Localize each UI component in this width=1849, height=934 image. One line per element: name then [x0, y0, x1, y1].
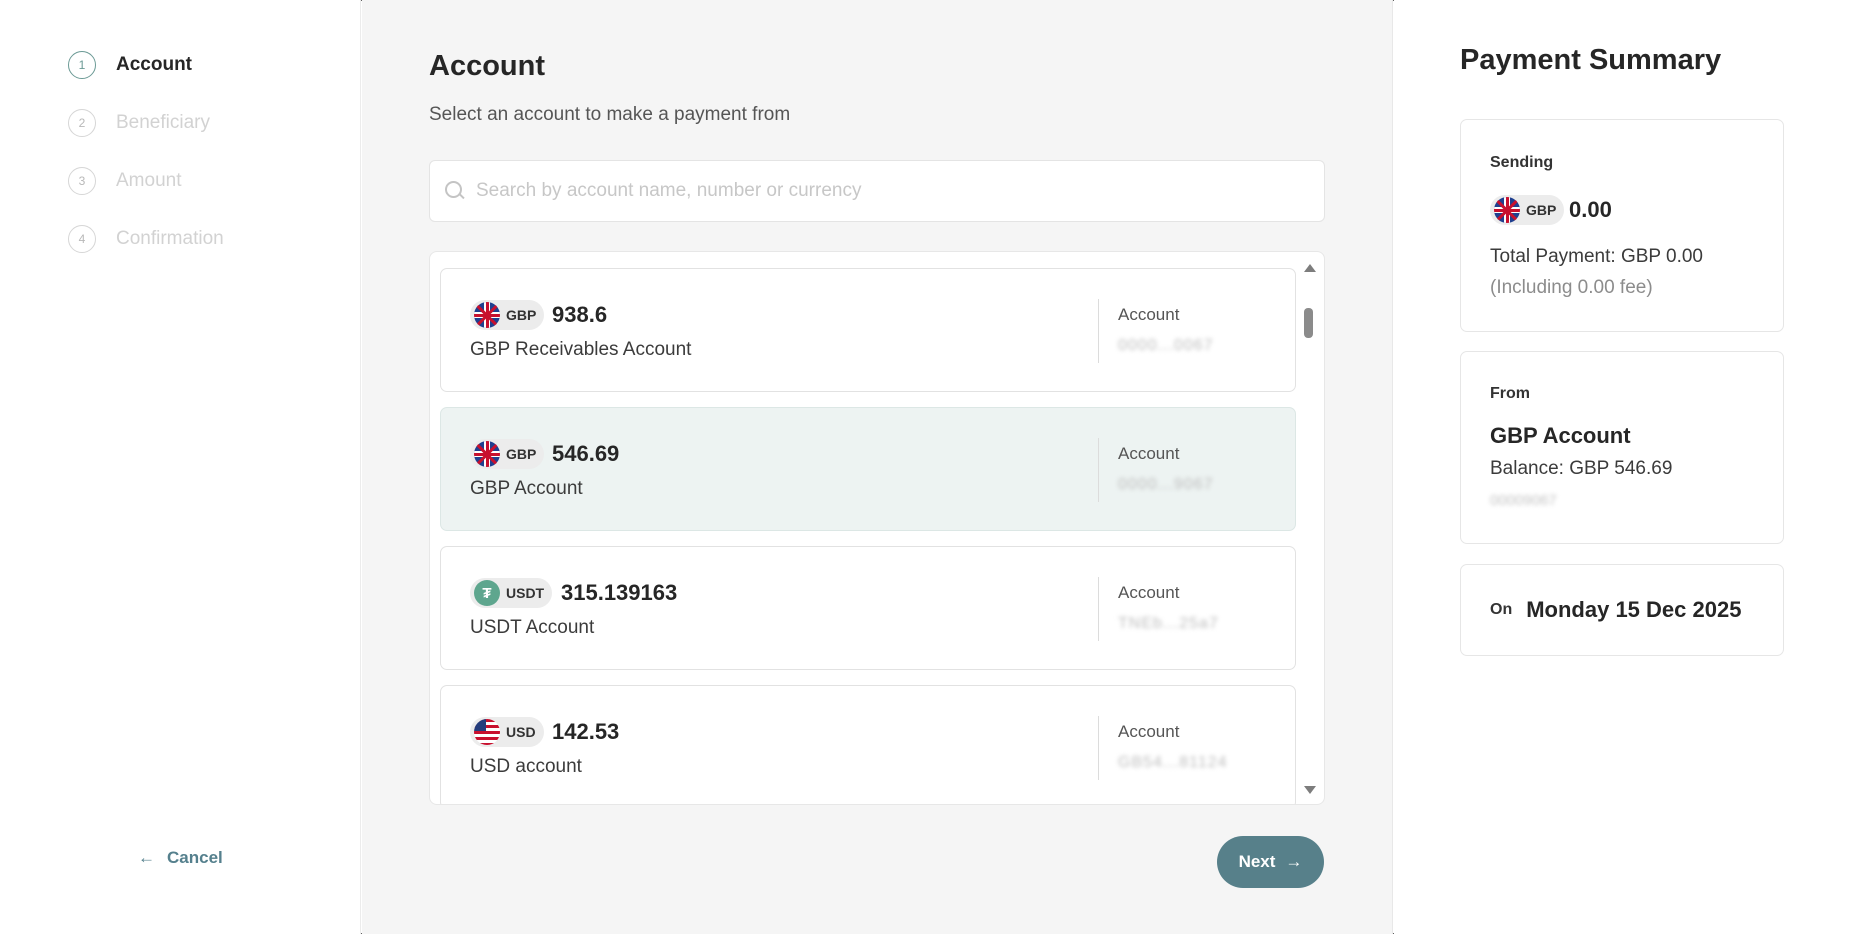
currency-badge: GBP — [1490, 195, 1565, 225]
scroll-down-icon[interactable] — [1304, 786, 1316, 794]
divider — [1098, 716, 1099, 780]
account-balance: 315.139163 — [561, 580, 678, 605]
arrow-left-icon: ← — [138, 848, 155, 867]
account-number-label: Account — [1118, 583, 1180, 602]
currency-code: GBP — [506, 446, 537, 462]
currency-code: GBP — [1526, 202, 1557, 218]
arrow-right-icon: → — [1285, 852, 1303, 871]
from-account-name: GBP Account — [1490, 423, 1631, 448]
currency-badge: ₮ USDT — [470, 578, 553, 608]
list-scrollbar[interactable] — [1302, 264, 1316, 794]
step-label: Beneficiary — [116, 112, 210, 133]
step-confirmation[interactable]: 4 Confirmation — [68, 224, 224, 254]
us-flag-icon — [474, 719, 500, 745]
next-label: Next — [1238, 852, 1276, 871]
account-name: USD account — [470, 756, 582, 777]
account-card-gbp[interactable]: GBP 546.69 GBP Account Account 0000...90… — [440, 407, 1296, 531]
account-number-label: Account — [1118, 305, 1180, 324]
divider — [1098, 438, 1099, 502]
scroll-thumb[interactable] — [1304, 308, 1313, 338]
account-balance: 938.6 — [552, 302, 608, 327]
step-number: 2 — [68, 109, 96, 137]
account-name: GBP Receivables Account — [470, 339, 692, 360]
account-number-label: Account — [1118, 722, 1180, 741]
account-selection-panel: Account Select an account to make a paym… — [362, 0, 1393, 934]
payment-date: Monday 15 Dec 2025 — [1526, 597, 1742, 622]
payment-summary-panel: Payment Summary Sending GBP 0.00 Total P… — [1394, 0, 1849, 934]
fee-note: (Including 0.00 fee) — [1490, 277, 1653, 298]
uk-flag-icon — [1494, 197, 1520, 223]
step-number: 4 — [68, 225, 96, 253]
summary-title: Payment Summary — [1460, 44, 1722, 76]
account-number: 0000...9067 — [1118, 476, 1214, 493]
step-number: 1 — [68, 51, 96, 79]
from-account-number: 00009067 — [1490, 492, 1557, 509]
account-card-gbp-receivables[interactable]: GBP 938.6 GBP Receivables Account Accoun… — [440, 268, 1296, 392]
cancel-label: Cancel — [167, 848, 223, 867]
sending-card: Sending GBP 0.00 Total Payment: GBP 0.00… — [1460, 119, 1784, 332]
uk-flag-icon — [474, 302, 500, 328]
total-payment: Total Payment: GBP 0.00 — [1490, 246, 1703, 267]
sending-amount: 0.00 — [1569, 197, 1612, 222]
step-beneficiary[interactable]: 2 Beneficiary — [68, 108, 210, 138]
stepper-sidebar: 1 Account 2 Beneficiary 3 Amount 4 Confi… — [0, 0, 361, 934]
account-name: USDT Account — [470, 617, 595, 638]
from-balance: Balance: GBP 546.69 — [1490, 458, 1673, 479]
account-number: 0000...0067 — [1118, 337, 1214, 354]
account-name: GBP Account — [470, 478, 583, 499]
search-input[interactable] — [476, 180, 1324, 202]
step-label: Confirmation — [116, 228, 224, 249]
on-label: On — [1490, 601, 1513, 618]
account-number: TNEb...25a7 — [1118, 615, 1219, 632]
account-number: GB54...81124 — [1118, 754, 1228, 771]
account-card-usdt[interactable]: ₮ USDT 315.139163 USDT Account Account T… — [440, 546, 1296, 670]
step-number: 3 — [68, 167, 96, 195]
currency-code: USDT — [506, 585, 545, 601]
account-card-usd[interactable]: USD 142.53 USD account Account GB54...81… — [440, 685, 1296, 804]
account-balance: 142.53 — [552, 719, 620, 744]
divider — [1098, 577, 1099, 641]
currency-code: GBP — [506, 307, 537, 323]
account-number-label: Account — [1118, 444, 1180, 463]
next-button[interactable]: Next → — [1217, 836, 1324, 888]
from-card: From GBP Account Balance: GBP 546.69 000… — [1460, 351, 1784, 544]
divider — [1098, 299, 1099, 363]
currency-code: USD — [506, 724, 536, 740]
currency-badge: GBP — [470, 300, 545, 330]
search-icon — [444, 180, 466, 202]
step-amount[interactable]: 3 Amount — [68, 166, 181, 196]
cancel-button[interactable]: ← Cancel — [138, 848, 223, 868]
date-card: On Monday 15 Dec 2025 — [1460, 564, 1784, 656]
page-title: Account — [429, 50, 545, 82]
from-label: From — [1490, 385, 1530, 402]
tether-icon: ₮ — [474, 580, 500, 606]
sending-label: Sending — [1490, 154, 1554, 171]
uk-flag-icon — [474, 441, 500, 467]
step-label: Account — [116, 54, 192, 75]
account-balance: 546.69 — [552, 441, 620, 466]
currency-badge: GBP — [470, 439, 545, 469]
page-subtitle: Select an account to make a payment from — [429, 104, 791, 125]
account-list[interactable]: GBP 938.6 GBP Receivables Account Accoun… — [429, 251, 1325, 805]
search-box[interactable] — [429, 160, 1325, 222]
step-account[interactable]: 1 Account — [68, 50, 192, 80]
currency-badge: USD — [470, 717, 544, 747]
scroll-up-icon[interactable] — [1304, 264, 1316, 272]
step-label: Amount — [116, 170, 182, 191]
